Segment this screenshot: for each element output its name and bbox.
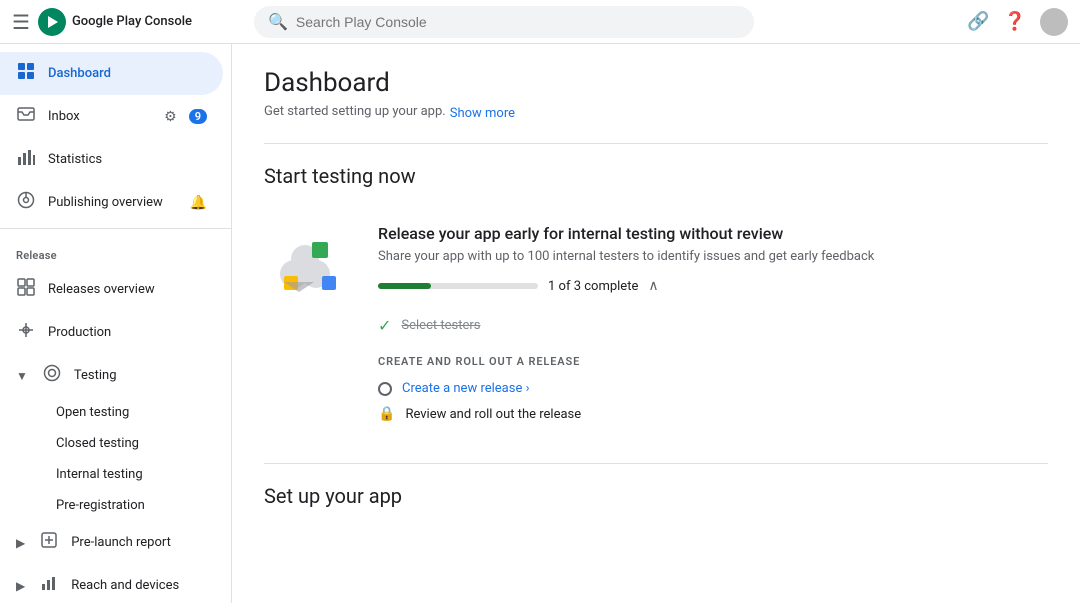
sidebar-reach-label: Reach and devices <box>71 578 207 593</box>
card-desc: Share your app with up to 100 internal t… <box>378 249 1048 264</box>
sidebar-item-reach-devices[interactable]: ▶ Reach and devices <box>0 564 223 603</box>
sidebar-pre-launch-label: Pre-launch report <box>71 535 207 550</box>
topbar-left: ☰ Google Play Console <box>12 8 242 36</box>
action-review-label: Review and roll out the release <box>405 407 581 422</box>
sidebar-inbox-label: Inbox <box>48 109 152 124</box>
release-section-label: Release <box>0 233 231 268</box>
sidebar-sub-closed-testing[interactable]: Closed testing <box>0 428 223 459</box>
circle-icon <box>378 382 392 396</box>
progress-bar-bg <box>378 283 538 289</box>
sidebar-item-production[interactable]: Production <box>0 311 223 354</box>
publishing-icon <box>16 191 36 214</box>
hamburger-icon[interactable]: ☰ <box>12 10 30 34</box>
testing-icon <box>42 364 62 387</box>
setup-title: Set up your app <box>264 484 1048 508</box>
production-icon <box>16 321 36 344</box>
brand-name: Google Play Console <box>72 14 192 29</box>
link-icon[interactable]: 🔗 <box>967 11 989 32</box>
logo-area: Google Play Console <box>38 8 192 36</box>
main-layout: Dashboard Inbox ⚙ 9 Statistics Publishin… <box>0 44 1080 603</box>
sidebar-item-publishing[interactable]: Publishing overview 🔔 <box>0 181 223 224</box>
check-icon: ✓ <box>378 316 391 335</box>
sidebar-sub-internal-testing[interactable]: Internal testing <box>0 459 223 490</box>
avatar[interactable] <box>1040 8 1068 36</box>
sidebar-sub-open-testing[interactable]: Open testing <box>0 397 223 428</box>
sidebar-item-statistics[interactable]: Statistics <box>0 138 223 181</box>
topbar-right: 🔗 ❓ <box>967 8 1068 36</box>
sidebar-item-label: Dashboard <box>48 66 207 81</box>
sidebar-item-releases-overview[interactable]: Releases overview <box>0 268 223 311</box>
sidebar-divider <box>0 228 231 229</box>
sidebar-item-inbox[interactable]: Inbox ⚙ 9 <box>0 95 223 138</box>
sidebar-production-label: Production <box>48 325 207 340</box>
inbox-icon <box>16 105 36 128</box>
help-icon[interactable]: ❓ <box>1004 11 1026 32</box>
sidebar-item-testing[interactable]: ▼ Testing <box>0 354 223 397</box>
progress-label: 1 of 3 complete <box>548 279 638 294</box>
search-bar[interactable]: 🔍 <box>254 6 754 38</box>
closed-testing-label: Closed testing <box>56 436 139 451</box>
testing-expand-icon: ▼ <box>16 369 28 383</box>
settings-icon[interactable]: ⚙ <box>164 109 177 125</box>
section1-title: Start testing now <box>264 164 1048 188</box>
inbox-badge: 9 <box>189 109 207 124</box>
action-create-release[interactable]: Create a new release › <box>378 376 1048 401</box>
content-area: Dashboard Get started setting up your ap… <box>232 44 1080 603</box>
sidebar-sub-pre-registration[interactable]: Pre-registration <box>0 490 223 521</box>
progress-row: 1 of 3 complete ∧ <box>378 278 1048 294</box>
card-title: Release your app early for internal test… <box>378 224 1048 243</box>
progress-chevron[interactable]: ∧ <box>648 278 658 294</box>
reach-icon <box>39 574 59 597</box>
internal-testing-label: Internal testing <box>56 467 143 482</box>
pre-launch-icon <box>39 531 59 554</box>
logo-icon <box>38 8 66 36</box>
sidebar-testing-label: Testing <box>74 368 207 383</box>
subsection-label: CREATE AND ROLL OUT A RELEASE <box>378 355 1048 368</box>
sidebar-publishing-label: Publishing overview <box>48 195 178 210</box>
lock-icon: 🔒 <box>378 406 395 422</box>
divider-2 <box>264 463 1048 464</box>
sidebar-releases-label: Releases overview <box>48 282 207 297</box>
sidebar-item-dashboard[interactable]: Dashboard <box>0 52 223 95</box>
search-input[interactable] <box>296 14 740 30</box>
card-illustration <box>264 224 354 318</box>
page-title: Dashboard <box>264 68 1048 98</box>
search-icon: 🔍 <box>268 12 288 31</box>
statistics-icon <box>16 148 36 171</box>
dashboard-icon <box>16 62 36 85</box>
check-label: Select testers <box>401 318 480 333</box>
reach-expand-icon: ▶ <box>16 579 25 593</box>
card-content: Release your app early for internal test… <box>378 224 1048 427</box>
action-create-label: Create a new release › <box>402 381 529 396</box>
page-subtitle: Get started setting up your app. <box>264 104 446 119</box>
pre-registration-label: Pre-registration <box>56 498 145 513</box>
divider-1 <box>264 143 1048 144</box>
topbar: ☰ Google Play Console 🔍 🔗 ❓ <box>0 0 1080 44</box>
pre-launch-expand-icon: ▶ <box>16 536 25 550</box>
releases-icon <box>16 278 36 301</box>
sidebar-statistics-label: Statistics <box>48 152 207 167</box>
sidebar: Dashboard Inbox ⚙ 9 Statistics Publishin… <box>0 44 232 603</box>
sidebar-item-pre-launch[interactable]: ▶ Pre-launch report <box>0 521 223 564</box>
progress-bar-fill <box>378 283 431 289</box>
checklist-item-0: ✓ Select testers <box>378 310 1048 341</box>
setup-section: Set up your app <box>264 484 1048 508</box>
notification-icon: 🔔 <box>190 195 207 211</box>
card-internal-testing: Release your app early for internal test… <box>264 208 1048 443</box>
action-review-release[interactable]: 🔒 Review and roll out the release <box>378 401 1048 427</box>
show-more-link[interactable]: Show more <box>450 106 515 121</box>
open-testing-label: Open testing <box>56 405 129 420</box>
